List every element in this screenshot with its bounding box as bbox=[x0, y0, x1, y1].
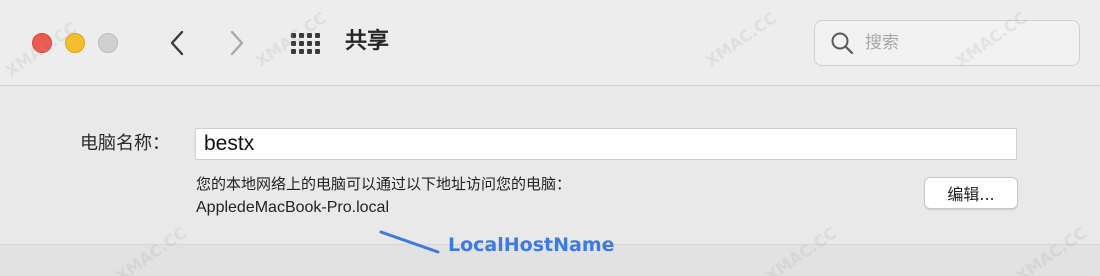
edit-button[interactable]: 编辑... bbox=[924, 177, 1018, 209]
computer-name-label: 电脑名称： bbox=[80, 133, 170, 154]
local-address-description: 您的本地网络上的电脑可以通过以下地址访问您的电脑： bbox=[196, 175, 572, 193]
search-field[interactable] bbox=[814, 20, 1080, 66]
chevron-left-icon bbox=[170, 30, 184, 56]
window-title: 共享 bbox=[345, 29, 390, 54]
zoom-button bbox=[98, 33, 118, 53]
show-all-button[interactable] bbox=[286, 26, 324, 60]
computer-name-field[interactable] bbox=[195, 128, 1017, 160]
annotation-arrow bbox=[379, 230, 440, 254]
toolbar: 共享 bbox=[0, 0, 1100, 86]
forward-button[interactable] bbox=[222, 26, 252, 60]
search-input[interactable] bbox=[863, 32, 1067, 54]
sharing-pane: 电脑名称： 您的本地网络上的电脑可以通过以下地址访问您的电脑： AppledeM… bbox=[0, 86, 1100, 276]
preferences-window: 共享 电脑名称： 您的本地网络上的电脑可以通过以下地址访问您的电脑： Apple… bbox=[0, 0, 1100, 276]
local-hostname: AppledeMacBook-Pro.local bbox=[196, 199, 389, 216]
search-icon bbox=[829, 30, 855, 56]
grid-icon bbox=[291, 33, 320, 54]
back-button[interactable] bbox=[162, 26, 192, 60]
minimize-button[interactable] bbox=[65, 33, 85, 53]
chevron-right-icon bbox=[230, 30, 244, 56]
close-button[interactable] bbox=[32, 33, 52, 53]
annotation-label: LocalHostName bbox=[448, 234, 615, 256]
